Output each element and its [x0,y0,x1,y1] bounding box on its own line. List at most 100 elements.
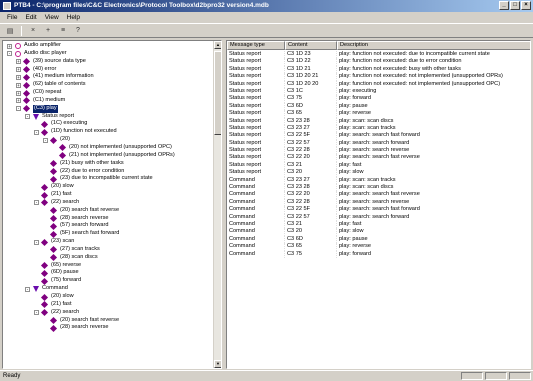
tree-node[interactable]: (20) slow [3,183,215,191]
expand-icon[interactable]: + [16,90,21,96]
tree-node[interactable]: (5F) search fast forward [3,230,215,238]
add-icon[interactable]: + [42,25,54,36]
tree-node[interactable]: - (22) search [3,309,215,317]
scroll-down-icon[interactable]: ▼ [214,360,221,368]
table-row[interactable]: Status report C3 22 20 play: search: searc… [227,154,530,162]
table-row[interactable]: Command C3 23 27 play: scan: scan tracks [227,176,530,185]
tree-node[interactable]: - Audio disc player [3,50,215,58]
tree-node[interactable]: (21) fast [3,191,215,199]
tree-node[interactable]: - (22) search [3,199,215,207]
tree-node[interactable]: (23) due to incompatible current state [3,175,215,183]
expand-icon[interactable]: + [16,74,21,80]
table-row[interactable]: Status report C3 1D 20 21 play: function n… [227,73,530,81]
help-icon[interactable]: ? [72,25,84,36]
scroll-thumb[interactable] [214,51,221,135]
tree-node[interactable]: - (1D) function not executed [3,128,215,136]
protocol-tree[interactable]: + Audio amplifier - Audio disc player + (39) … [2,40,222,369]
menu-edit[interactable]: Edit [21,12,40,23]
tree-node[interactable]: (21) not implemented (unsupported OPRs) [3,152,215,160]
table-row[interactable]: Status report C3 22 57 play: search: searc… [227,139,530,148]
tree-node[interactable]: (57) search forward [3,222,215,230]
table-row[interactable]: Command C3 21 play: fast [227,220,530,229]
tree-node[interactable]: (28) scan discs [3,254,215,262]
table-row[interactable]: Command C3 6D play: pause [227,235,530,244]
tree-node[interactable]: (75) forward [3,277,215,285]
tree-node[interactable]: + Audio amplifier [3,42,215,50]
tree-node[interactable]: (20) search fast reverse [3,317,215,325]
menu-view[interactable]: View [41,12,63,23]
menu-file[interactable]: File [3,12,21,23]
close-button[interactable]: × [521,1,531,10]
collapse-icon[interactable]: - [7,51,12,57]
tree-node[interactable]: + (40) error [3,66,215,74]
table-row[interactable]: Status report C3 22 5F play: search: searc… [227,132,530,140]
table-row[interactable]: Command C3 22 28 play: search: search reve… [227,198,530,207]
table-row[interactable]: Status report C3 22 28 play: search: searc… [227,147,530,155]
collapse-icon[interactable]: - [34,200,39,206]
tree-node[interactable]: + (C0) repeat [3,89,215,97]
tree-node[interactable]: (28) search reverse [3,324,215,332]
table-row[interactable]: Command C3 65 play: reverse [227,243,530,251]
tree-node[interactable]: - Status report [3,113,215,121]
table-row[interactable]: Status report C3 1C play: executing [227,87,530,96]
table-row[interactable]: Status report C3 20 play: slow [227,169,530,177]
tree-node[interactable]: (20) search fast reverse [3,207,215,215]
tree-node[interactable]: + (C1) medium [3,97,215,105]
table-row[interactable]: Status report C3 1D 23 play: function not … [227,51,530,59]
table-row[interactable]: Status report C3 21 play: fast [227,161,530,170]
tree-node[interactable]: (21) busy with other tasks [3,160,215,168]
table-row[interactable]: Status report C3 23 27 play: scan: scan tr… [227,124,530,133]
delete-icon[interactable]: × [27,25,39,36]
table-row[interactable]: Status report C3 75 play: forward [227,95,530,103]
table-row[interactable]: Command C3 22 20 play: search: search fast… [227,191,530,199]
column-message-type[interactable]: Message type [227,41,285,50]
tree-node[interactable]: - Command [3,285,215,293]
tree-node[interactable]: - (23) scan [3,238,215,246]
collapse-icon[interactable]: - [25,286,30,292]
collapse-icon[interactable]: - [34,129,39,135]
table-row[interactable]: Status report C3 23 28 play: scan: scan di… [227,117,530,125]
expand-icon[interactable]: + [7,43,12,49]
table-row[interactable]: Status report C3 1D 22 play: function not … [227,58,530,66]
app-icon[interactable] [3,2,11,10]
minimize-button[interactable]: _ [499,1,509,10]
table-row[interactable]: Command C3 22 57 play: search: search forw… [227,213,530,221]
column-content[interactable]: Content [285,41,337,50]
tree-node[interactable]: - (20) [3,136,215,144]
expand-icon[interactable]: + [16,98,21,104]
collapse-icon[interactable]: - [43,137,48,143]
tree-scrollbar[interactable]: ▲ ▼ [213,41,221,368]
collapse-icon[interactable]: - [34,310,39,316]
open-folder-icon[interactable]: ▤ [4,25,16,36]
tree-node[interactable]: - (C3) play [3,104,215,113]
tree-node[interactable]: (28) search reverse [3,215,215,223]
tree-node[interactable]: (65) reverse [3,262,215,270]
collapse-icon[interactable]: - [25,114,30,120]
tree-node[interactable]: + (41) medium information [3,73,215,81]
tree-node[interactable]: (6D) pause [3,269,215,278]
table-row[interactable]: Status report C3 65 play: reverse [227,110,530,118]
table-row[interactable]: Command C3 20 play: slow [227,228,530,236]
properties-icon[interactable]: ≡ [57,25,69,36]
tree-node[interactable]: + (62) table of contents [3,81,215,89]
tree-node[interactable]: (20) not implemented (unsupported OPC) [3,144,215,152]
table-row[interactable]: Command C3 22 5F play: search: search fast… [227,206,530,214]
tree-node[interactable]: (1C) executing [3,120,215,128]
expand-icon[interactable]: + [16,67,21,73]
table-row[interactable]: Status report C3 6D play: pause [227,102,530,111]
column-description[interactable]: Description [337,41,530,50]
tree-node[interactable]: (21) fast [3,301,215,309]
collapse-icon[interactable]: - [34,239,39,245]
table-row[interactable]: Command C3 75 play: forward [227,250,530,258]
message-list[interactable]: Message type Content Description Status … [226,40,531,369]
table-row[interactable]: Command C3 23 28 play: scan: scan discs [227,184,530,192]
scroll-up-icon[interactable]: ▲ [214,41,221,49]
tree-node[interactable]: (22) due to error condition [3,168,215,176]
tree-node[interactable]: (27) scan tracks [3,246,215,254]
tree-node[interactable]: + (39) source data type [3,58,215,66]
menu-help[interactable]: Help [63,12,84,23]
maximize-button[interactable]: □ [510,1,520,10]
table-row[interactable]: Status report C3 1D 20 20 play: function n… [227,80,530,88]
expand-icon[interactable]: + [16,59,21,65]
expand-icon[interactable]: + [16,82,21,88]
